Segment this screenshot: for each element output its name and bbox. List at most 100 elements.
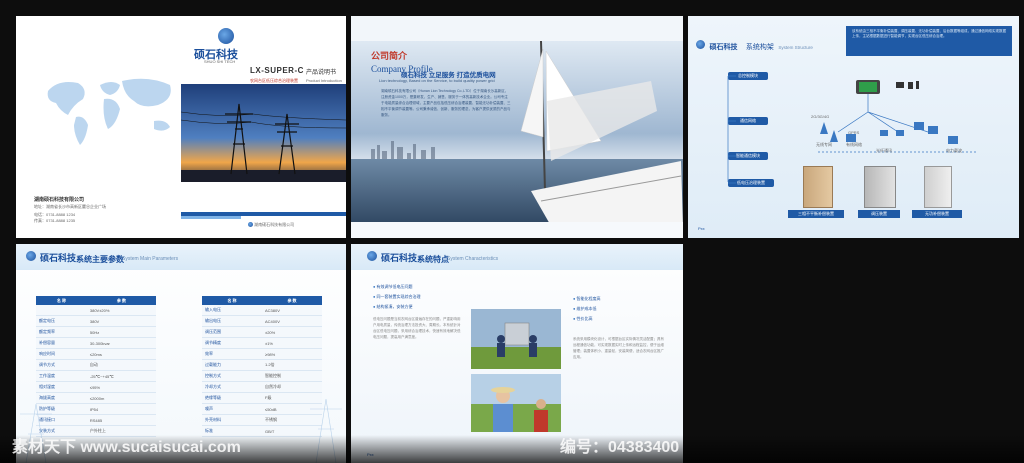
features-page: 硕石科技 系统特点 System Characteristics ● 有效调节低… [351,244,683,463]
params-right-cell-name: 控制方式 [202,370,262,382]
feature-item-label: 有效调节低电压问题 [376,284,413,289]
params-right-cell-value: ±20% [262,326,322,338]
params-right-cell-value: AC400V [262,315,322,327]
cabinet-voltage-regulator [864,166,896,208]
params-right-row: 输出电压 AC400V [202,315,322,327]
device-label-three-phase: 三相不平衡补偿装置 [788,210,844,218]
params-left-cell-value: ≤95% [86,381,156,393]
profile-slogan-en: Lion technology, Based on the Service, t… [379,78,495,83]
params-right-cell-name: 调压范围 [202,326,262,338]
params-left-row: 380V±20% [36,305,156,316]
cabinet-three-phase [803,166,833,208]
params-left-cell-name: 工作温度 [36,370,87,382]
params-left-row: 响应时间 ≤20ms [36,348,156,360]
footer-logo-icon [248,222,253,228]
cover-fax: 传真：0731-8888 1235 [34,218,76,223]
net-label-fiber: 光纤通讯 [876,148,892,153]
structure-title-en: System Structure [778,45,813,50]
params-right-cell-name: 调节精度 [202,337,262,349]
net-label-plc: 电力载波 [946,148,962,153]
params-left-cell-name: 响应时间 [36,348,87,360]
params-right-row: 效率 ≥98% [202,348,322,360]
feature-item-label: 维护成本低 [576,306,597,311]
params-right-cell-value: ≥98% [262,348,322,360]
parameters-page: 硕石科技 系统主要参数 System Main Parameters 名 称 参… [16,244,346,463]
params-left-row: 补偿容量 30-300kvar [36,337,156,349]
params-left-cell-name: 调节方式 [36,359,87,371]
cover-footer-brand: 湖南硕石科技有限公司 [248,222,294,228]
cabinet-reactive-compensation [924,166,952,208]
params-left-cell-value: ≤20ms [86,348,156,360]
cover-accent-bar-light [181,216,241,219]
params-left-cell-value: 自动 [86,359,156,371]
structure-title: 系统构架 [745,44,774,51]
feature-item: ● 性价比高 [573,316,593,322]
profile-title-cn: 公司简介 [371,51,408,61]
structure-header-logo: 硕石科技 系统构架 System Structure [696,36,813,54]
profile-body-text: 湖南硕石科技有限公司（Hunan Lion Technology Co.,LTD… [381,89,511,117]
stock-watermark-band: 素材天下 www.sucaisucai.com 编号：04383400 [0,435,1024,463]
feature-item-label: 智能化程度高 [576,296,601,301]
cover-subtitle-en: Product Introduction [306,78,342,83]
params-left-cell-name: 额定电压 [36,315,87,327]
feature-item: ● 同一套装置实现综合治理 [373,294,421,300]
params-right-row: 调压范围 ±20% [202,326,322,338]
cover-page: 硕石科技 SHUO SHI TECH LX-SUPER-C 产品说明书 农网台区… [16,16,346,238]
watermark-site: 素材天下 www.sucaisucai.com [12,439,241,456]
params-left-row: 工作温度 -25℃~+45℃ [36,370,156,382]
params-left-cell-name: 额定频率 [36,326,87,338]
params-left-cell-name [36,305,87,316]
params-right-cell-value: 自然冷却 [262,381,322,393]
params-right-row: 调节精度 ±1% [202,337,322,349]
params-right-row: 输入电压 AC380V [202,305,322,316]
params-right-cell-value: AC380V [262,305,322,316]
params-brand: 硕石科技 [40,253,77,263]
params-left-cell-value: 50Hz [86,326,156,338]
features-section-title: 系统特点 [417,255,449,264]
params-right-cell-value: 1.2倍 [262,359,322,371]
cover-title: 产品说明书 [306,70,337,76]
params-right-row: 冷却方式 自然冷却 [202,381,322,393]
features-logo-icon [367,251,377,261]
structure-page-number: Pxx [698,226,705,231]
cover-photo-power-towers [181,84,346,182]
company-logo-icon [218,28,234,44]
feature-item: ● 有效调节低电压问题 [373,284,413,290]
params-section-title: 系统主要参数 [76,255,124,264]
company-profile-page: 公司简介 Company Profile 硕石科技 立足服务 打造优质电网 Li… [351,16,683,238]
params-left-cell-value: 30-300kvar [86,337,156,349]
params-right-row: 控制方式 智能控制 [202,370,322,382]
params-right-cell-name: 冷却方式 [202,381,262,393]
cover-address: 地址：湖南省长沙市高新区麓谷企业广场 [34,204,106,209]
params-right-col-value: 参 数 [262,296,322,305]
feature-item-label: 结构紧凑，安装方便 [376,304,413,309]
params-right-cell-value: 智能控制 [262,370,322,382]
features-section-title-en: System Characteristics [447,256,499,262]
structure-brand: 硕石科技 [709,44,738,51]
features-brand: 硕石科技 [381,253,418,263]
feature-item-label: 同一套装置实现综合治理 [376,294,421,299]
device-label-voltage-regulator: 调压装置 [858,210,900,218]
world-map-graphic [47,78,171,145]
cover-subtitle: 农网台区低压综合治理装置 [250,78,298,83]
features-header: 硕石科技 系统特点 System Characteristics [351,244,683,270]
params-section-title-en: System Main Parameters [122,256,179,262]
structure-note-box: 该系统由三相不平衡补偿装置、调压装置、无功补偿装置、后台数据等组成，通过通信网络… [846,26,1012,56]
features-right-text: 系统采用模块化设计，可根据台区实际情况灵活配置；具有远程通信功能，可实现数据实时… [573,337,664,359]
net-label-gprs: GPRS [848,130,860,135]
net-label-2g3g4g: 2G/3G/4G [811,114,830,119]
params-left-cell-name: 补偿容量 [36,337,87,349]
params-left-cell-value: 380V±20% [86,305,156,316]
photo-farmers [471,374,561,432]
watermark-id: 编号：04383400 [560,439,680,456]
net-label-wired: 有线网络 [846,142,862,147]
structure-note-text: 该系统由三相不平衡补偿装置、调压装置、无功补偿装置、后台数据等组成，通过通信网络… [852,29,1006,38]
params-logo-icon [26,251,36,261]
cover-model: LX-SUPER-C [250,66,304,75]
params-left-cell-value: -25℃~+45℃ [86,370,156,382]
features-left-text: 低电压问题是当前农网台区普遍存在的问题，严重影响用户用电质量，传统治理方法投资大… [373,317,461,339]
params-left-row: 额定频率 50Hz [36,326,156,338]
cover-phone: 电话：0731-8888 1234 [34,212,76,217]
params-left-cell-name: 相对湿度 [36,381,87,393]
device-label-reactive: 无功补偿装置 [912,210,962,218]
